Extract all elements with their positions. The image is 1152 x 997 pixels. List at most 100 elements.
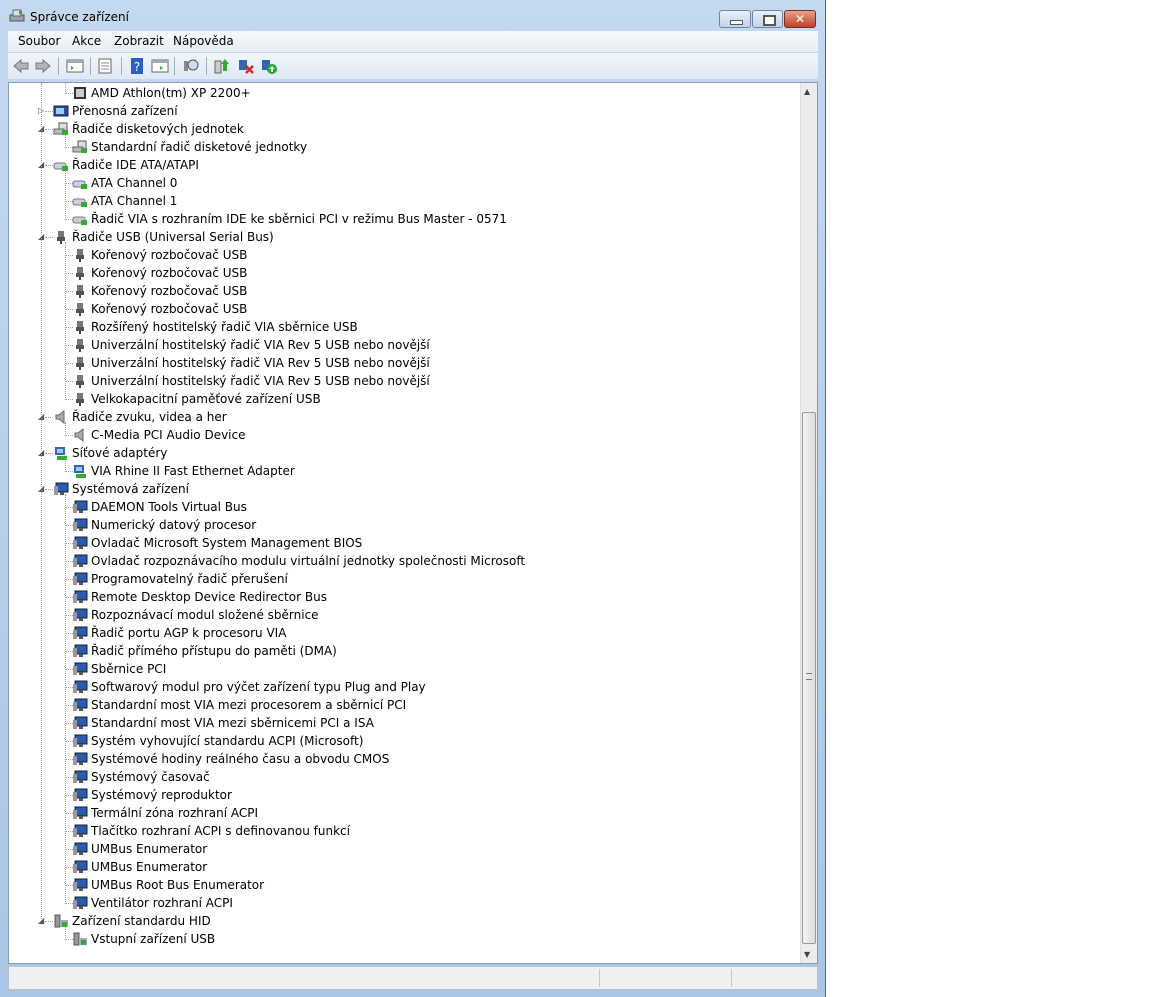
usb-device-icon [76,321,84,334]
sys-device-icon [73,878,88,891]
tree-category[interactable]: ◢ Řadiče zvuku, videa a her [9,408,789,426]
tree-category[interactable]: ▷ Přenosná zařízení [9,102,789,120]
tree-device[interactable]: Standardní most VIA mezi procesorem a sb… [9,696,789,714]
grip-icon [806,673,812,680]
tree-device[interactable]: UMBus Enumerator [9,840,789,858]
device-manager-app-icon [9,9,25,22]
tree-device[interactable]: Řadič přímého přístupu do paměti (DMA) [9,642,789,660]
tree-device[interactable]: Kořenový rozbočovač USB [9,300,789,318]
tree-device[interactable]: Řadič portu AGP k procesoru VIA [9,624,789,642]
tree-device[interactable]: Tlačítko rozhraní ACPI s definovanou fun… [9,822,789,840]
sys-device-icon [73,500,88,513]
status-panel [599,969,600,987]
menu-soubor[interactable]: Soubor [18,34,60,48]
tree-device[interactable]: Systém vyhovující standardu ACPI (Micros… [9,732,789,750]
tree-device[interactable]: Univerzální hostitelský řadič VIA Rev 5 … [9,354,789,372]
tree-device[interactable]: C-Media PCI Audio Device [9,426,789,444]
scroll-up-arrow-icon[interactable]: ▲ [804,87,810,96]
tree-device[interactable]: Řadič VIA s rozhraním IDE ke sběrnici PC… [9,210,789,228]
tree-device[interactable]: Univerzální hostitelský řadič VIA Rev 5 … [9,336,789,354]
enable-device-icon[interactable] [260,57,278,75]
tree-device[interactable]: UMBus Root Bus Enumerator [9,876,789,894]
tree-device[interactable]: Systémové hodiny reálného času a obvodu … [9,750,789,768]
tree-device[interactable]: Ovladač rozpoznávacího modulu virtuální … [9,552,789,570]
tree-device[interactable]: Ovladač Microsoft System Management BIOS [9,534,789,552]
tree-device[interactable]: Systémový reproduktor [9,786,789,804]
sys-device-icon [73,518,88,531]
back-icon[interactable] [12,57,30,75]
sys-device-icon [73,698,88,711]
scrollbar-thumb[interactable] [802,412,816,944]
floppy-device-icon [53,122,68,135]
maximize-button[interactable] [752,10,783,28]
tree-category[interactable]: ◢ Řadiče IDE ATA/ATAPI [9,156,789,174]
tree-category[interactable]: ◢ Systémová zařízení [9,480,789,498]
tree-device[interactable]: Kořenový rozbočovač USB [9,246,789,264]
tree-item-label: Řadič VIA s rozhraním IDE ke sběrnici PC… [91,212,507,226]
tree-device[interactable]: Sběrnice PCI [9,660,789,678]
update-driver-icon[interactable] [213,57,231,75]
tree-item-label: Řadič portu AGP k procesoru VIA [91,626,287,640]
tree-device[interactable]: Velkokapacitní paměťové zařízení USB [9,390,789,408]
tree-item-label: DAEMON Tools Virtual Bus [91,500,247,514]
tree-item-label: Systémová zařízení [72,482,189,496]
tree-category[interactable]: ◢ Zařízení standardu HID [9,912,789,930]
tree-device[interactable]: Systémový časovač [9,768,789,786]
tree-connector [65,422,66,436]
tree-device[interactable]: Rozpoznávací modul složené sběrnice [9,606,789,624]
close-button[interactable]: ✕ [784,10,816,28]
tree-device[interactable]: AMD Athlon(tm) XP 2200+ [9,84,789,102]
tree-device[interactable]: Vstupní zařízení USB [9,930,789,948]
tree-device[interactable]: Standardní řadič disketové jednotky [9,138,789,156]
tree-item-label: Řadiče IDE ATA/ATAPI [72,158,199,172]
tree-device[interactable]: Univerzální hostitelský řadič VIA Rev 5 … [9,372,789,390]
show-action-pane-icon[interactable] [151,57,169,75]
show-hide-console-tree-icon[interactable] [66,57,84,75]
usb-device-icon [76,357,84,370]
tree-device[interactable]: Softwarový modul pro výčet zařízení typu… [9,678,789,696]
uninstall-icon[interactable] [237,57,255,75]
tree-connector [45,237,53,238]
tree-item-label: Řadiče disketových jednotek [72,122,244,136]
tree-category[interactable]: ◢ Řadiče USB (Universal Serial Bus) [9,228,789,246]
tree-device[interactable]: Kořenový rozbočovač USB [9,264,789,282]
tree-device[interactable]: Standardní most VIA mezi sběrnicemi PCI … [9,714,789,732]
tree-category[interactable]: ◢ Řadiče disketových jednotek [9,120,789,138]
tree-device[interactable]: Kořenový rozbočovač USB [9,282,789,300]
tree-device[interactable]: Termální zóna rozhraní ACPI [9,804,789,822]
help-icon[interactable]: ? [128,57,146,75]
sys-device-icon [73,644,88,657]
net-device-icon [55,447,67,460]
tree-item-label: Zařízení standardu HID [72,914,211,928]
tree-device[interactable]: ATA Channel 1 [9,192,789,210]
menu-akce[interactable]: Akce [72,34,101,48]
tree-item-label: Řadiče zvuku, videa a her [72,410,227,424]
forward-icon[interactable] [34,57,52,75]
usb-device-icon [76,285,84,298]
tree-connector [45,453,53,454]
tree-item-label: Síťové adaptéry [72,446,168,460]
scan-hardware-icon[interactable] [182,57,200,75]
menu-napoveda[interactable]: Nápověda [173,34,234,48]
tree-device[interactable]: Remote Desktop Device Redirector Bus [9,588,789,606]
tree-device[interactable]: Numerický datový procesor [9,516,789,534]
tree-item-label: C-Media PCI Audio Device [91,428,246,442]
hid-device-icon [73,932,87,946]
scroll-down-arrow-icon[interactable]: ▼ [804,950,810,959]
tree-item-label: Rozpoznávací modul složené sběrnice [91,608,319,622]
tree-device[interactable]: VIA Rhine II Fast Ethernet Adapter [9,462,789,480]
tree-device[interactable]: ATA Channel 0 [9,174,789,192]
ide-device-icon [72,216,87,225]
menu-zobrazit[interactable]: Zobrazit [114,34,164,48]
tree-device[interactable]: Programovatelný řadič přerušení [9,570,789,588]
tree-connector [65,494,66,904]
tree-device[interactable]: DAEMON Tools Virtual Bus [9,498,789,516]
tree-device[interactable]: Ventilátor rozhraní ACPI [9,894,789,912]
sys-device-icon [73,734,88,747]
minimize-button[interactable] [719,10,751,28]
tree-device[interactable]: UMBus Enumerator [9,858,789,876]
properties-icon[interactable] [96,57,114,75]
tree-category[interactable]: ◢ Síťové adaptéry [9,444,789,462]
tree-device[interactable]: Rozšířený hostitelský řadič VIA sběrnice… [9,318,789,336]
vertical-scrollbar[interactable]: ▲ ▼ [800,83,817,963]
